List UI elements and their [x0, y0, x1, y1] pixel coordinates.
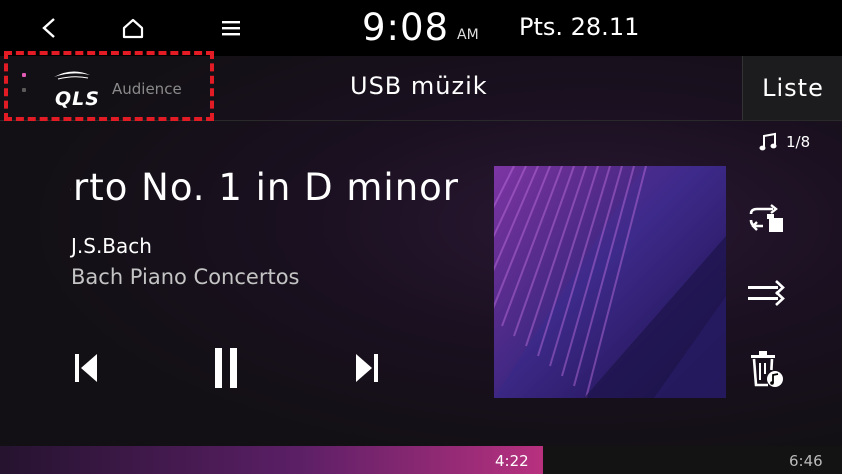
track-counter-text: 1/8: [786, 133, 811, 151]
album-name: Bach Piano Concertos: [71, 265, 300, 289]
back-button[interactable]: [29, 10, 69, 46]
track-counter: 1/8: [758, 132, 810, 152]
shuffle-icon: [748, 280, 785, 306]
clock-time: 9:08: [362, 6, 450, 49]
previous-track-icon: [75, 354, 97, 382]
elapsed-time: 4:22: [495, 452, 529, 470]
next-track-icon: [356, 354, 378, 382]
logo-subtitle: Audience: [112, 80, 182, 98]
next-track-button[interactable]: [345, 346, 389, 390]
list-button[interactable]: Liste: [742, 56, 842, 120]
logo-text: QLS: [55, 88, 100, 110]
logo-swoosh-icon: [54, 71, 90, 80]
clock-ampm: AM: [457, 27, 479, 43]
repeat-button[interactable]: [742, 197, 790, 241]
delete-icon: [751, 351, 783, 387]
album-art-pattern: [494, 166, 726, 398]
music-note-icon: [759, 132, 777, 151]
previous-track-button[interactable]: [64, 346, 108, 390]
date: Pts. 28.11: [519, 13, 640, 41]
song-title: Concerto No. 1 in D minor: [70, 166, 459, 209]
audio-brand-logo: QLS Audience: [4, 51, 214, 121]
progress-fill: [0, 446, 543, 474]
progress-bar[interactable]: 4:22 6:46: [0, 446, 842, 474]
pause-icon: [215, 348, 237, 388]
back-icon: [42, 18, 55, 38]
menu-button[interactable]: [211, 10, 251, 46]
pause-button[interactable]: [204, 346, 248, 390]
home-icon: [122, 18, 144, 39]
home-button[interactable]: [113, 10, 153, 46]
title-bar: QLS Audience USB müzik Liste: [0, 51, 842, 121]
shuffle-button[interactable]: [742, 271, 790, 315]
music-player: QLS Audience USB müzik Liste 1/8 Concert…: [0, 51, 842, 474]
repeat-icon: [749, 204, 783, 232]
menu-icon: [222, 21, 240, 36]
logo-dot: [22, 73, 26, 77]
delete-button[interactable]: [742, 347, 790, 391]
logo-dot: [22, 88, 26, 92]
artist-name: J.S.Bach: [71, 234, 152, 258]
status-bar: 9:08 AM Pts. 28.11: [0, 0, 842, 56]
album-art: [494, 166, 726, 398]
total-time: 6:46: [789, 452, 823, 470]
song-title-marquee: Concerto No. 1 in D minor: [70, 166, 478, 218]
page-title: USB müzik: [350, 72, 488, 100]
